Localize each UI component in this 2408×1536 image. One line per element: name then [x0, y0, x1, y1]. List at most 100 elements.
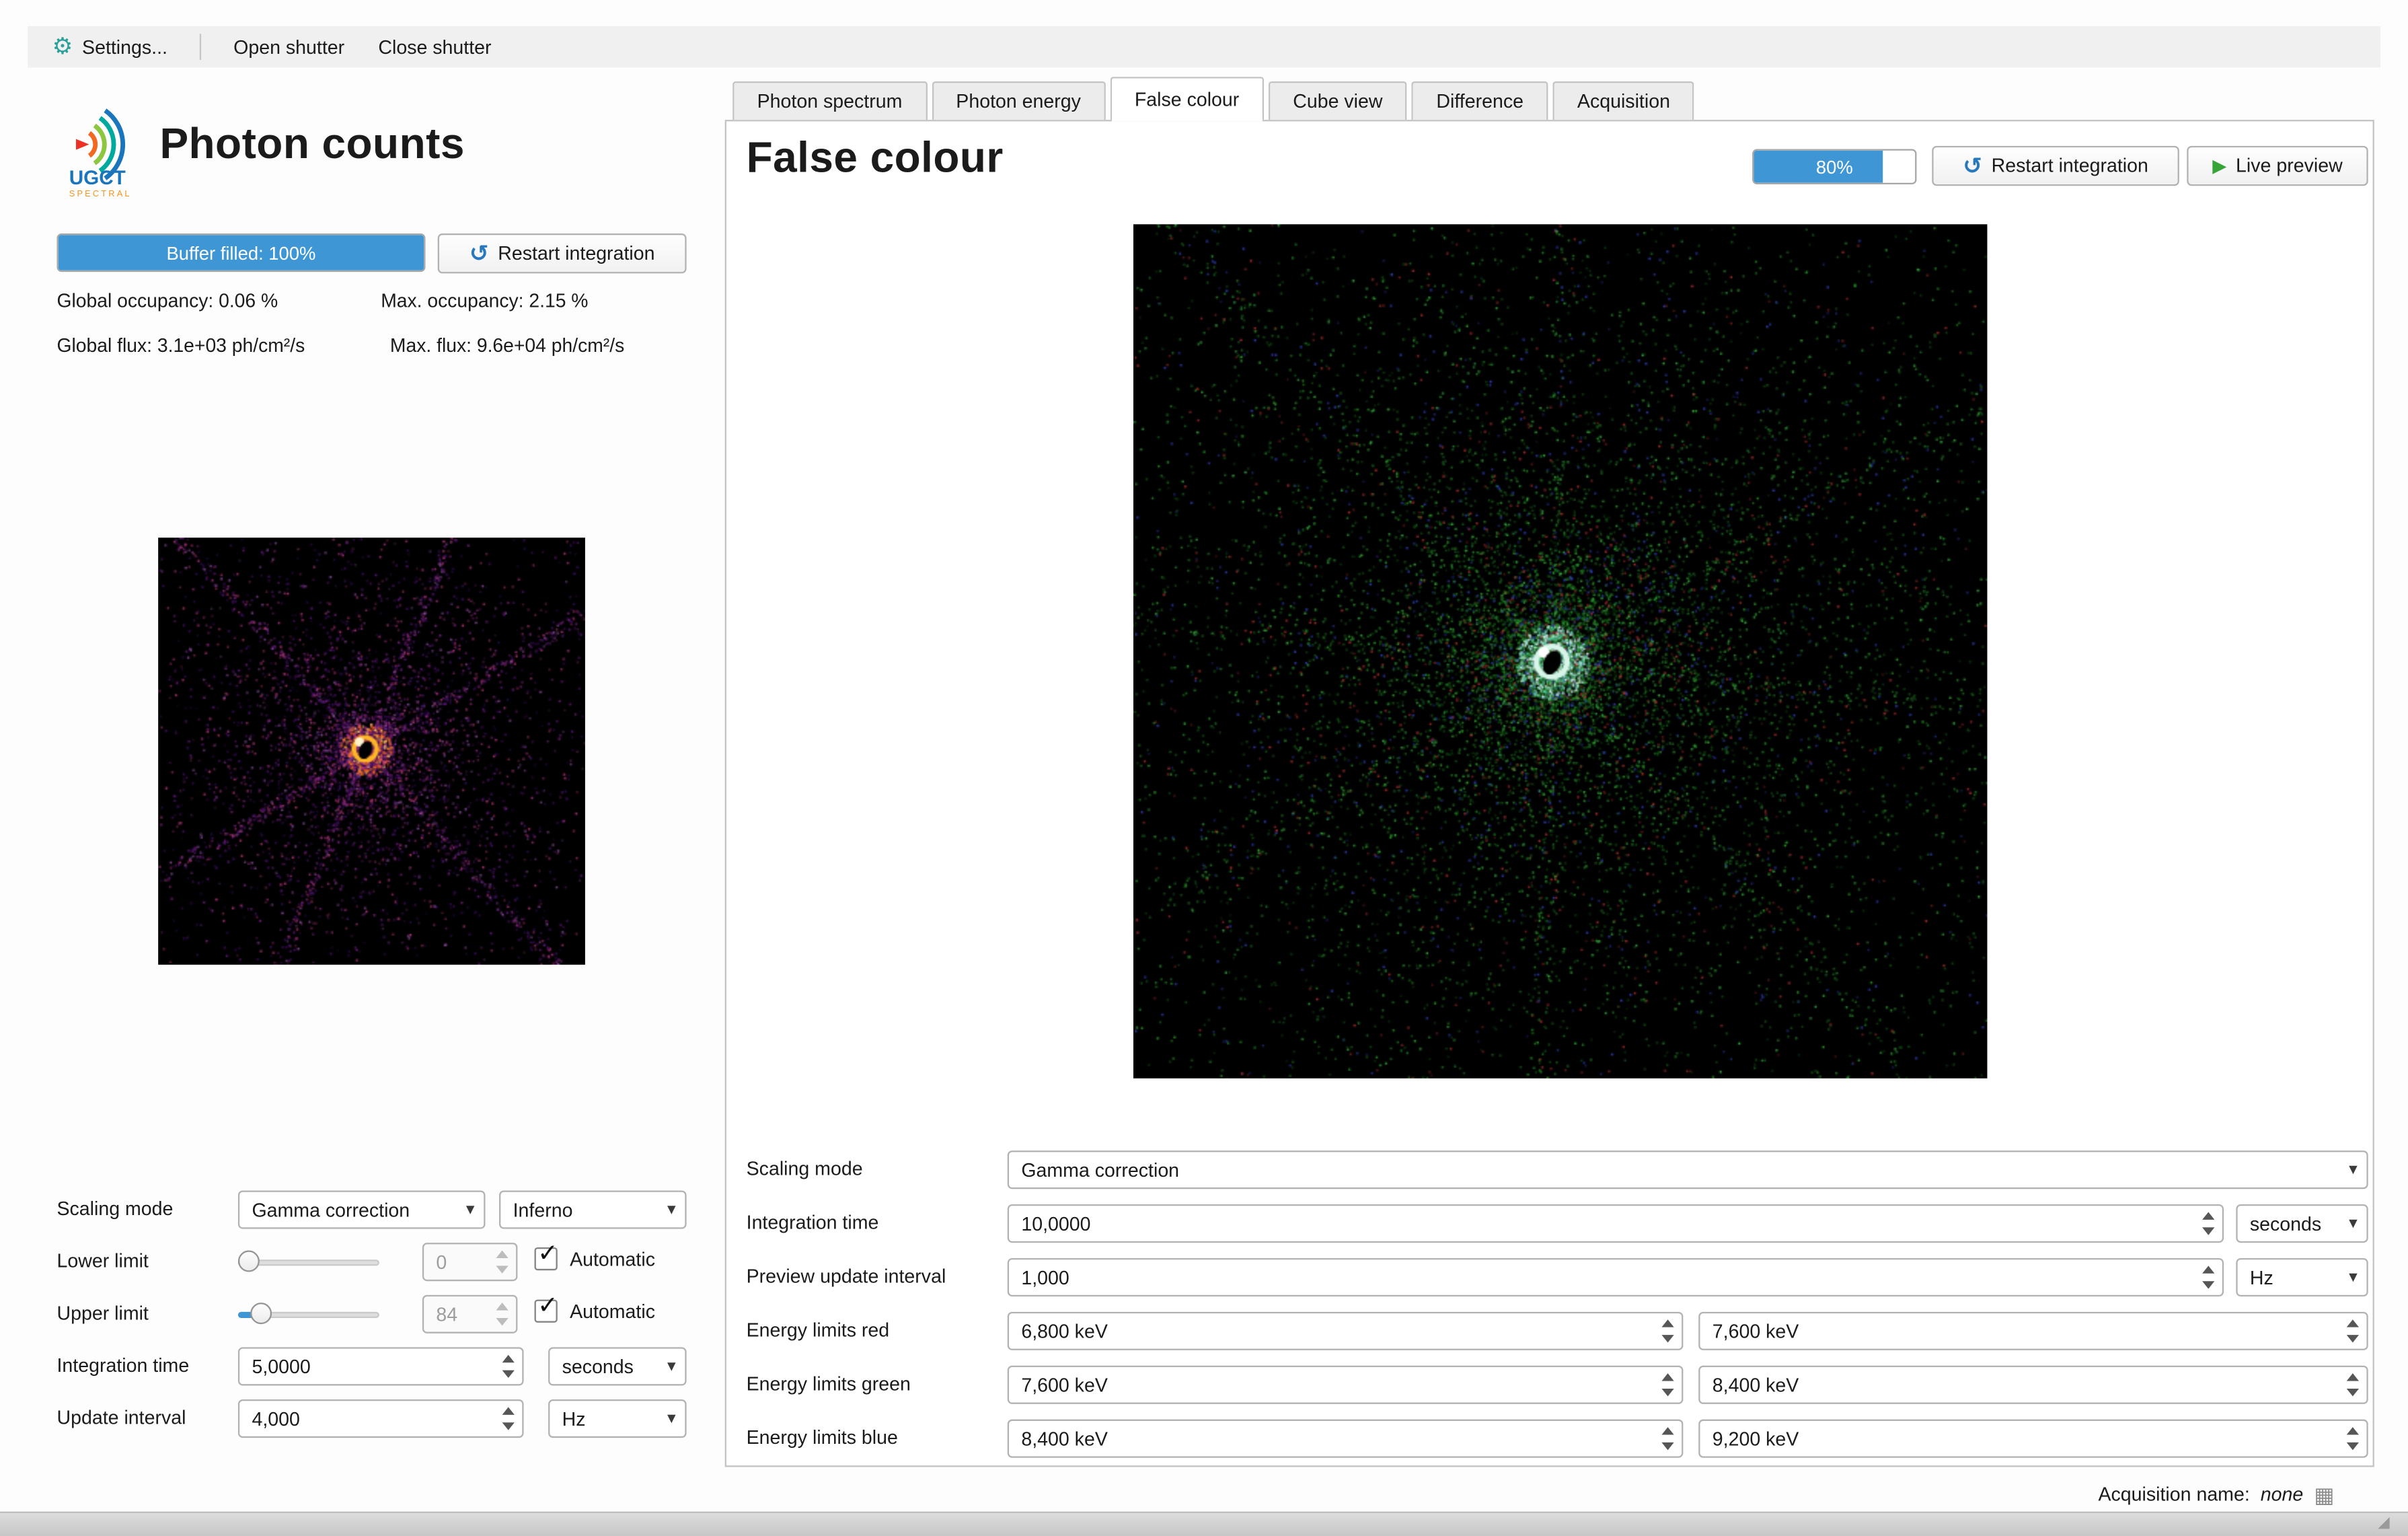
- spin-buttons[interactable]: [2196, 1208, 2221, 1240]
- energy-green-low-spinbox[interactable]: [1008, 1366, 1684, 1404]
- spin-up-button[interactable]: [2341, 1315, 2366, 1331]
- menu-settings[interactable]: ⚙ Settings...: [37, 29, 183, 65]
- spin-buttons[interactable]: [496, 1403, 521, 1435]
- spin-down-icon: [2347, 1389, 2359, 1397]
- slider-handle[interactable]: [238, 1251, 260, 1272]
- spin-up-button[interactable]: [2196, 1261, 2221, 1278]
- spin-up-icon: [2347, 1319, 2359, 1327]
- update-interval-input[interactable]: [239, 1401, 496, 1436]
- scaling-mode-select[interactable]: Gamma correction ▾: [1008, 1150, 2368, 1189]
- integration-time-unit: seconds: [2250, 1213, 2321, 1235]
- energy-blue-low-spinbox[interactable]: [1008, 1420, 1684, 1458]
- spin-down-button[interactable]: [496, 1419, 521, 1435]
- spin-down-button[interactable]: [1655, 1385, 1680, 1401]
- spin-buttons[interactable]: [490, 1298, 515, 1330]
- energy-blue-high-spinbox[interactable]: [1698, 1420, 2368, 1458]
- integration-time-unit-select[interactable]: seconds ▾: [2236, 1204, 2368, 1243]
- spin-down-button[interactable]: [490, 1314, 515, 1330]
- integration-time-label: Integration time: [57, 1355, 189, 1377]
- menu-close-shutter[interactable]: Close shutter: [363, 30, 507, 64]
- restart-integration-button[interactable]: ↺ Restart integration: [1932, 146, 2179, 186]
- energy-green-high-input[interactable]: [1700, 1367, 2341, 1403]
- upper-limit-spinbox: [422, 1295, 518, 1333]
- integration-time-input[interactable]: [239, 1349, 496, 1385]
- photon-counts-image: [158, 538, 585, 965]
- energy-green-low-input[interactable]: [1009, 1367, 1655, 1403]
- energy-limits-green-row: Energy limits green: [747, 1366, 2368, 1404]
- energy-red-low-spinbox[interactable]: [1008, 1312, 1684, 1350]
- tab-difference[interactable]: Difference: [1412, 81, 1548, 120]
- spin-down-icon: [496, 1319, 508, 1326]
- spin-down-button[interactable]: [496, 1366, 521, 1383]
- spin-up-button[interactable]: [2341, 1368, 2366, 1385]
- integration-time-spinbox[interactable]: [238, 1347, 524, 1385]
- resize-grip-icon[interactable]: ◢: [2378, 1516, 2390, 1532]
- buffer-progressbar: Buffer filled: 100%: [57, 233, 425, 272]
- spin-buttons[interactable]: [2341, 1368, 2366, 1401]
- menu-open-shutter-label: Open shutter: [233, 36, 344, 58]
- lower-limit-automatic-checkbox[interactable]: ✓ Automatic: [535, 1247, 655, 1270]
- checkbox-box: ✓: [535, 1300, 558, 1323]
- energy-red-low-input[interactable]: [1009, 1313, 1655, 1349]
- spin-down-button[interactable]: [1655, 1331, 1680, 1347]
- spin-down-icon: [2202, 1282, 2214, 1289]
- spin-up-button[interactable]: [2196, 1208, 2221, 1224]
- tab-acquisition[interactable]: Acquisition: [1552, 81, 1694, 120]
- energy-red-high-input[interactable]: [1700, 1313, 2341, 1349]
- spin-down-button[interactable]: [2341, 1438, 2366, 1455]
- spin-buttons[interactable]: [2341, 1422, 2366, 1455]
- spin-up-icon: [2202, 1266, 2214, 1273]
- live-preview-button[interactable]: ▶ Live preview: [2187, 146, 2368, 186]
- spin-down-button[interactable]: [2341, 1331, 2366, 1347]
- restart-integration-button[interactable]: ↺ Restart integration: [438, 233, 687, 273]
- menu-open-shutter[interactable]: Open shutter: [218, 30, 360, 64]
- spin-up-button[interactable]: [1655, 1422, 1680, 1438]
- spin-up-button[interactable]: [1655, 1368, 1680, 1385]
- spin-up-button[interactable]: [1655, 1315, 1680, 1331]
- photon-counts-controls: Scaling mode Gamma correction ▾ Inferno …: [57, 1190, 686, 1451]
- upper-limit-automatic-checkbox[interactable]: ✓ Automatic: [535, 1300, 655, 1323]
- spin-down-button[interactable]: [490, 1262, 515, 1278]
- spin-up-button[interactable]: [490, 1246, 515, 1262]
- slider-handle[interactable]: [250, 1303, 272, 1324]
- tab-photon-spectrum[interactable]: Photon spectrum: [732, 81, 927, 120]
- tab-photon-energy[interactable]: Photon energy: [932, 81, 1106, 120]
- integration-time-unit-select[interactable]: seconds ▾: [548, 1347, 686, 1385]
- spin-up-button[interactable]: [490, 1298, 515, 1314]
- tab-cube-view[interactable]: Cube view: [1269, 81, 1407, 120]
- spin-buttons[interactable]: [2196, 1261, 2221, 1294]
- preview-update-interval-spinbox[interactable]: [1008, 1258, 2224, 1296]
- spin-buttons[interactable]: [2341, 1315, 2366, 1347]
- spin-buttons[interactable]: [490, 1246, 515, 1278]
- energy-green-high-spinbox[interactable]: [1698, 1366, 2368, 1404]
- scaling-mode-select[interactable]: Gamma correction ▾: [238, 1190, 486, 1229]
- update-interval-unit-select[interactable]: Hz ▾: [548, 1399, 686, 1438]
- energy-blue-high-input[interactable]: [1700, 1421, 2341, 1457]
- spin-buttons[interactable]: [1655, 1422, 1680, 1455]
- upper-limit-slider[interactable]: [238, 1295, 379, 1333]
- lower-limit-slider[interactable]: [238, 1243, 379, 1281]
- spin-down-button[interactable]: [2196, 1277, 2221, 1293]
- spin-down-icon: [1661, 1336, 1673, 1343]
- photon-counts-panel: UGCT SPECTRAL Photon counts Buffer fille…: [28, 67, 725, 1512]
- spin-up-button[interactable]: [2341, 1422, 2366, 1438]
- live-preview-label: Live preview: [2236, 155, 2343, 177]
- integration-time-spinbox[interactable]: [1008, 1204, 2224, 1243]
- spin-buttons[interactable]: [1655, 1315, 1680, 1347]
- spin-down-button[interactable]: [2196, 1224, 2221, 1240]
- energy-blue-low-input[interactable]: [1009, 1421, 1655, 1457]
- acquisition-table-icon[interactable]: ▦: [2314, 1484, 2334, 1506]
- spin-down-button[interactable]: [1655, 1438, 1680, 1455]
- spin-down-button[interactable]: [2341, 1385, 2366, 1401]
- preview-update-interval-input[interactable]: [1009, 1259, 2196, 1295]
- spin-up-button[interactable]: [496, 1350, 521, 1366]
- preview-update-interval-unit-select[interactable]: Hz ▾: [2236, 1258, 2368, 1296]
- integration-time-input[interactable]: [1009, 1206, 2196, 1241]
- colormap-select[interactable]: Inferno ▾: [499, 1190, 687, 1229]
- update-interval-spinbox[interactable]: [238, 1399, 524, 1438]
- spin-up-button[interactable]: [496, 1403, 521, 1419]
- tab-false-colour[interactable]: False colour: [1110, 77, 1264, 120]
- energy-red-high-spinbox[interactable]: [1698, 1312, 2368, 1350]
- spin-buttons[interactable]: [1655, 1368, 1680, 1401]
- spin-buttons[interactable]: [496, 1350, 521, 1383]
